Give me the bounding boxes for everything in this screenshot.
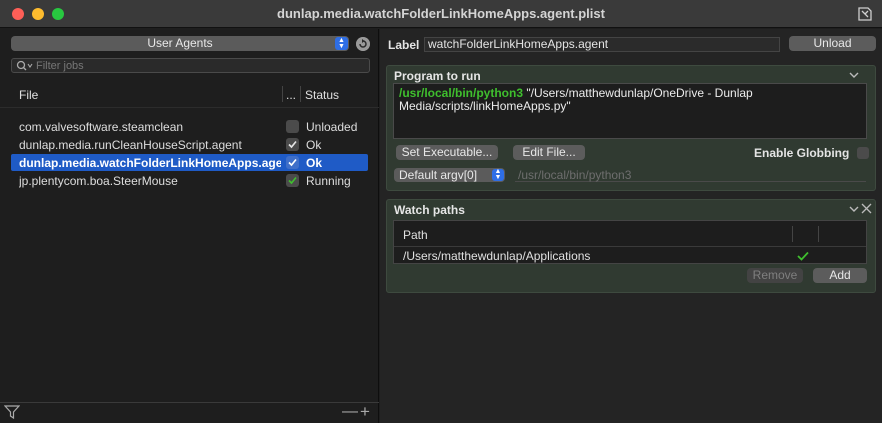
column-header-status[interactable]: Status — [305, 88, 339, 102]
job-row[interactable]: com.valvesoftware.steamclean Unloaded — [11, 118, 368, 135]
argv-field[interactable]: /usr/local/bin/python3 — [515, 168, 866, 182]
filter-field[interactable] — [11, 58, 370, 73]
search-icon — [16, 60, 33, 71]
job-checkbox[interactable] — [286, 138, 299, 151]
checkmark-icon — [288, 158, 297, 167]
globbing-label: Enable Globbing — [754, 146, 850, 160]
executable-path: /usr/local/bin/python3 — [399, 86, 524, 100]
footer-divider — [0, 402, 379, 403]
label-field[interactable]: watchFolderLinkHomeApps.agent — [424, 37, 780, 52]
job-row[interactable]: jp.plentycom.boa.SteerMouse Running — [11, 172, 368, 189]
chevron-down-icon[interactable] — [848, 70, 860, 80]
checkmark-icon — [797, 251, 809, 261]
updown-arrows-icon: ▲ ▼ — [492, 168, 504, 181]
job-label: jp.plentycom.boa.SteerMouse — [19, 174, 178, 188]
funnel-filter-icon[interactable] — [4, 405, 20, 419]
job-label: dunlap.media.runCleanHouseScript.agent — [19, 138, 242, 152]
job-status: Unloaded — [306, 120, 358, 134]
program-arguments-field[interactable]: /usr/local/bin/python3 "/Users/matthewdu… — [393, 83, 867, 139]
checkmark-icon — [288, 176, 297, 185]
program-panel-title: Program to run — [394, 69, 481, 83]
job-label: com.valvesoftware.steamclean — [19, 120, 184, 134]
checkmark-icon — [288, 140, 297, 149]
column-divider[interactable] — [300, 86, 301, 102]
column-divider[interactable] — [792, 226, 793, 242]
job-status: Ok — [306, 156, 323, 170]
column-header-path[interactable]: Path — [403, 228, 428, 242]
argv-option: Default argv[0] — [399, 168, 478, 182]
unload-button[interactable]: Unload — [789, 36, 876, 51]
column-header-flag[interactable]: ... — [286, 88, 296, 102]
job-status: Ok — [306, 138, 322, 152]
remove-path-button[interactable]: Remove — [747, 268, 803, 283]
add-path-button[interactable]: Add — [813, 268, 867, 283]
agent-type-popup[interactable]: User Agents ▲ ▼ — [11, 36, 349, 51]
column-divider[interactable] — [282, 86, 283, 102]
watch-paths-title: Watch paths — [394, 203, 465, 217]
watch-paths-table: Path /Users/matthewdunlap/Applications — [393, 220, 867, 264]
job-label: dunlap.media.watchFolderLinkHomeApps.age… — [19, 156, 281, 170]
watch-path-row[interactable]: /Users/matthewdunlap/Applications — [403, 249, 590, 263]
watch-paths-panel: Watch paths Path /Users/matthewdunlap/Ap… — [386, 199, 876, 293]
close-icon[interactable] — [860, 202, 873, 215]
remove-job-button[interactable]: — — [342, 403, 358, 421]
column-header-file[interactable]: File — [19, 88, 38, 102]
header-divider — [394, 246, 866, 247]
header-divider — [0, 107, 379, 108]
updown-arrows-icon: ▲ ▼ — [335, 37, 348, 50]
job-detail-pane: Label watchFolderLinkHomeApps.agent Unlo… — [380, 29, 882, 423]
program-panel: Program to run /usr/local/bin/python3 "/… — [386, 65, 876, 191]
document-lock-icon[interactable] — [856, 5, 874, 23]
job-list-pane: User Agents ▲▼ File ... Status com.valve… — [0, 29, 379, 423]
job-checkbox[interactable] — [286, 156, 299, 169]
set-executable-button[interactable]: Set Executable... — [396, 145, 498, 160]
column-divider[interactable] — [818, 226, 819, 242]
globbing-checkbox[interactable] — [857, 147, 869, 159]
job-row-selected[interactable]: dunlap.media.watchFolderLinkHomeApps.age… — [11, 154, 368, 171]
job-row[interactable]: dunlap.media.runCleanHouseScript.agent O… — [11, 136, 368, 153]
job-checkbox[interactable] — [286, 174, 299, 187]
title-bar: dunlap.media.watchFolderLinkHomeApps.age… — [0, 0, 882, 28]
argv-popup[interactable]: Default argv[0] ▲ ▼ — [394, 168, 505, 182]
job-checkbox[interactable] — [286, 120, 299, 133]
agent-type-value: User Agents — [147, 36, 213, 50]
filter-input[interactable] — [36, 59, 366, 72]
window-title: dunlap.media.watchFolderLinkHomeApps.age… — [277, 6, 605, 21]
refresh-icon[interactable] — [356, 37, 370, 51]
chevron-down-icon[interactable] — [848, 204, 860, 214]
label-caption: Label — [388, 38, 420, 52]
edit-file-button[interactable]: Edit File... — [513, 145, 585, 160]
job-status: Running — [306, 174, 351, 188]
add-job-button[interactable]: + — [360, 402, 372, 422]
